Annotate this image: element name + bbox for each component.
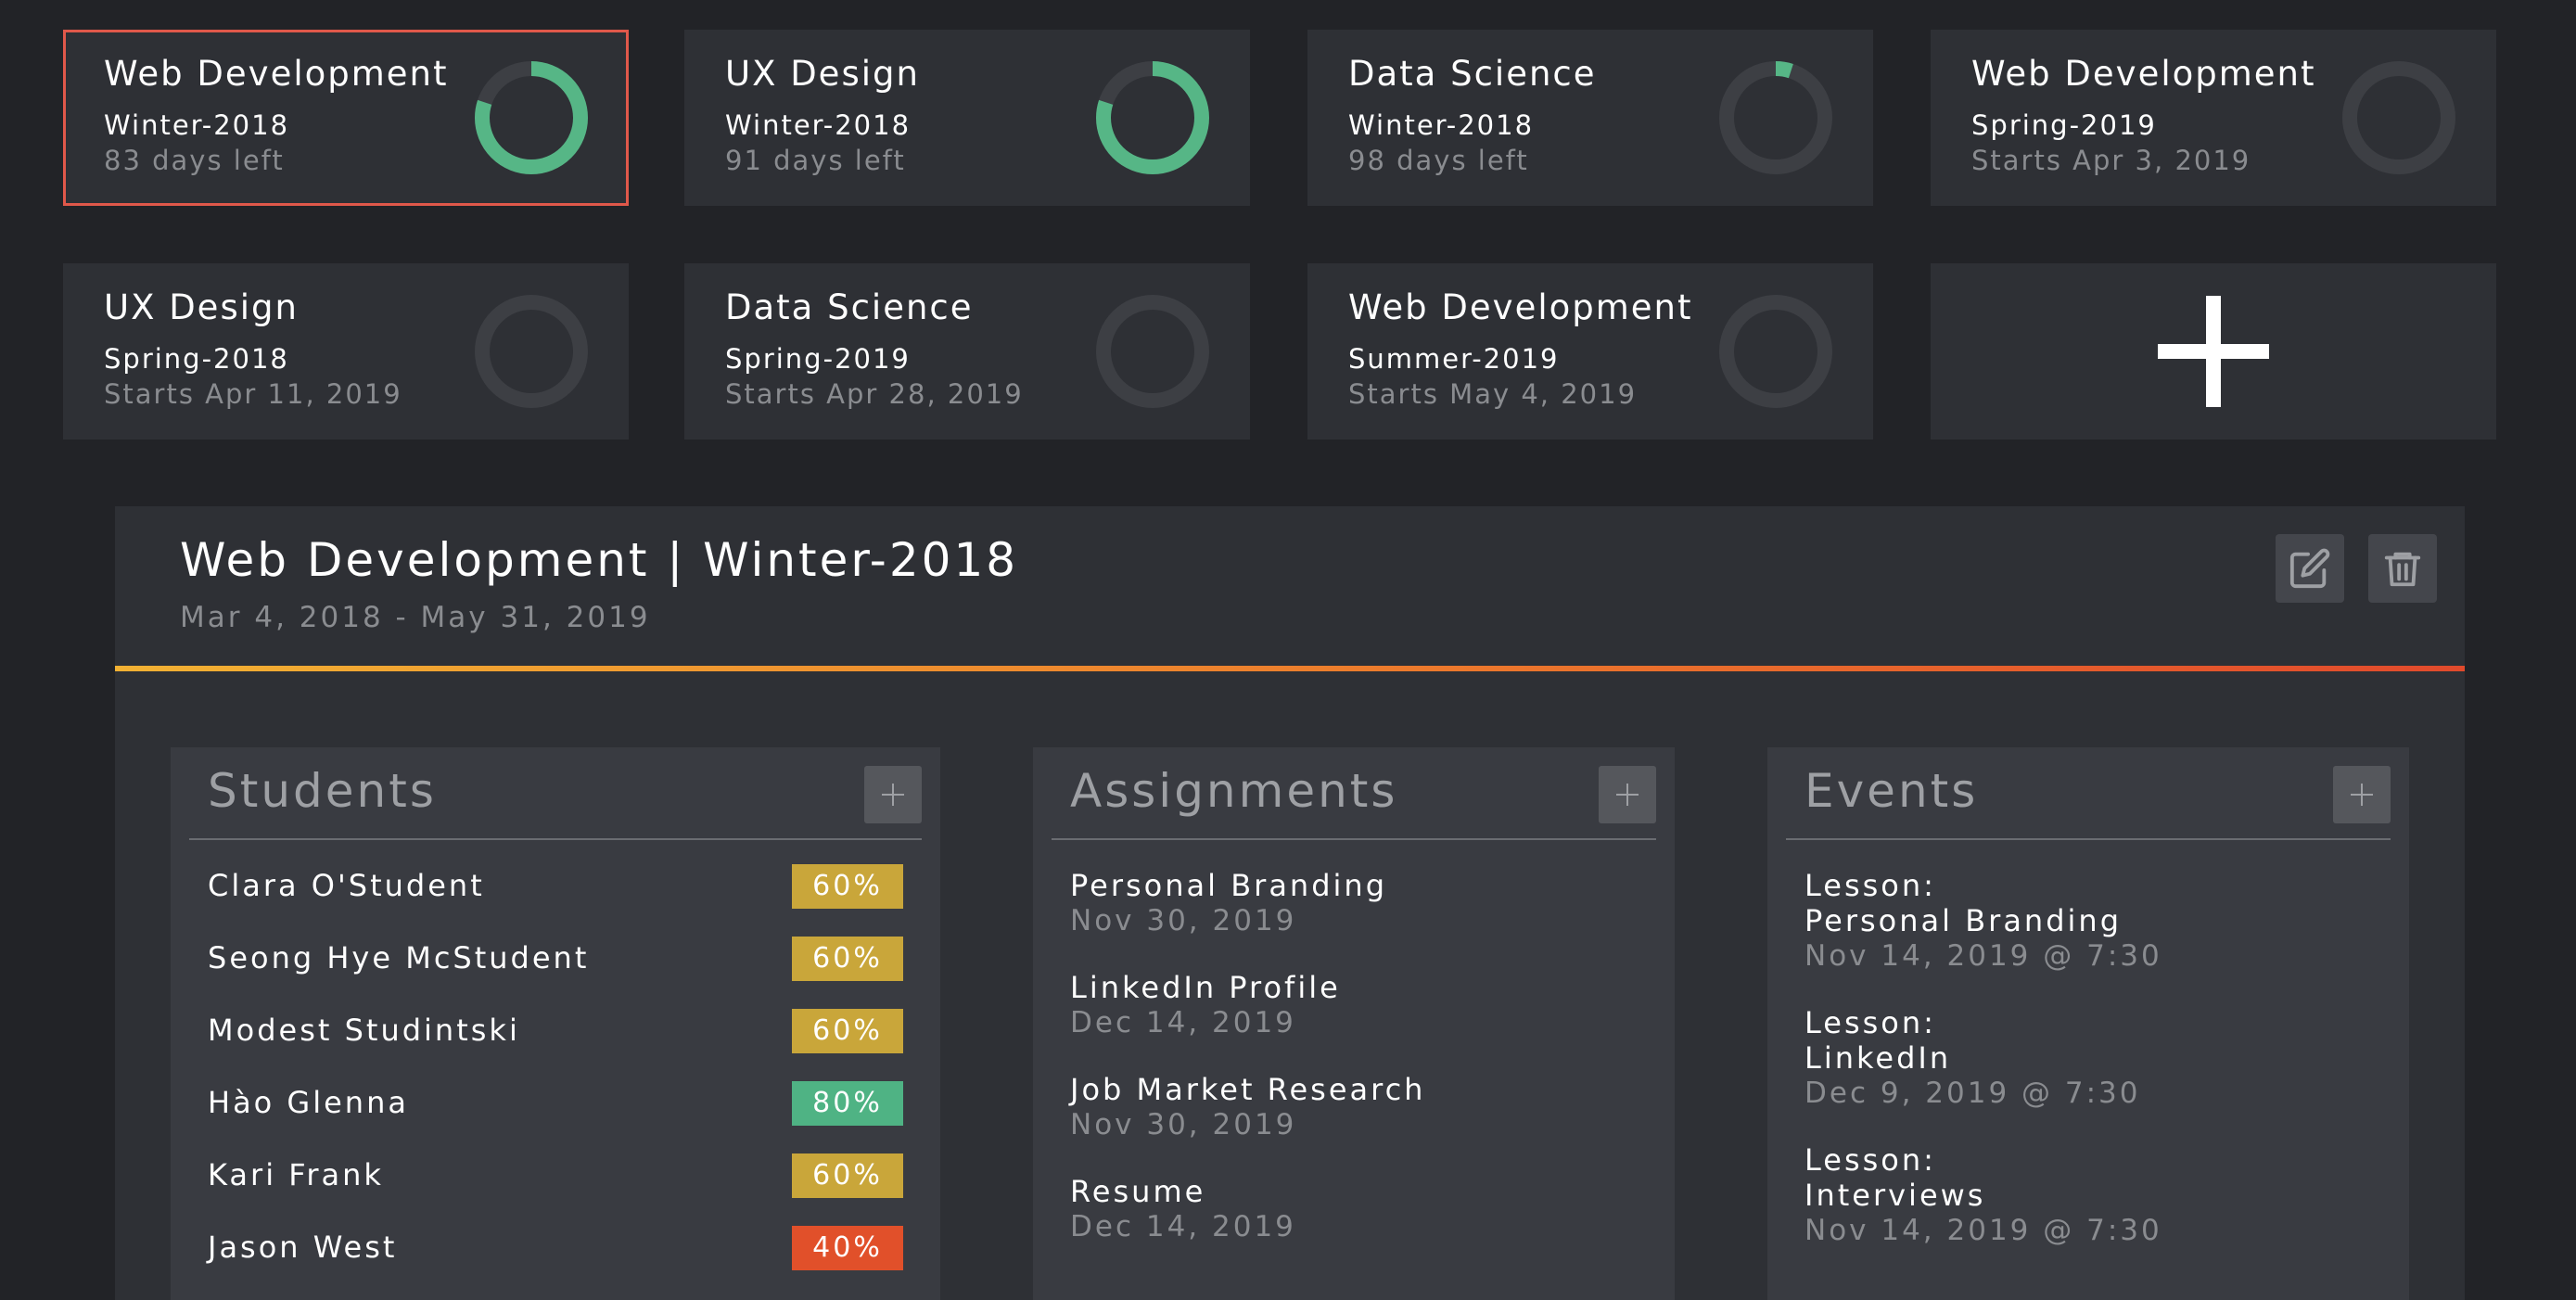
assignment-name: Personal Branding: [1070, 868, 1387, 903]
assignments-list: Personal Branding Nov 30, 2019 LinkedIn Pr…: [1033, 840, 1675, 1244]
progress-ring-track: [1719, 61, 1832, 174]
events-list: Lesson: Personal Branding Nov 14, 2019 @ 7…: [1767, 840, 2409, 1248]
course-detail-title: Web Development | Winter-2018: [180, 533, 1019, 587]
plus-icon-stroke: [2361, 784, 2363, 806]
assignment-date: Nov 30, 2019: [1070, 1108, 1297, 1141]
add-event-button[interactable]: [2333, 766, 2391, 823]
progress-ring: [1096, 295, 1209, 408]
students-panel-header: Students: [189, 747, 922, 840]
assignments-title: Assignments: [1070, 764, 1398, 818]
progress-ring-track: [2342, 61, 2455, 174]
assignment-item[interactable]: Job Market Research Nov 30, 2019: [1070, 1072, 1638, 1142]
student-name: Jason West: [208, 1230, 398, 1265]
student-name: Modest Studintski: [208, 1013, 520, 1048]
event-date: Nov 14, 2019 @ 7:30: [1804, 1214, 2162, 1247]
assignments-panel: Assignments Personal Branding Nov 30, 201…: [1033, 747, 1675, 1300]
students-panel: Students Clara O'Student 60% Seong Hye McS…: [171, 747, 940, 1300]
events-panel: Events Lesson: Personal Branding Nov 14, 2…: [1767, 747, 2409, 1300]
course-detail-header: Web Development | Winter-2018 Mar 4, 201…: [115, 506, 2465, 671]
student-score-badge: 60%: [792, 1153, 903, 1198]
course-card[interactable]: UX Design Winter-2018 91 days left: [684, 30, 1250, 206]
assignment-item[interactable]: LinkedIn Profile Dec 14, 2019: [1070, 970, 1638, 1040]
course-card[interactable]: Web Development Summer-2019 Starts May 4, …: [1307, 263, 1873, 440]
progress-ring-track: [475, 295, 588, 408]
assignment-date: Dec 14, 2019: [1070, 1006, 1296, 1039]
student-row[interactable]: Seong Hye McStudent 60%: [208, 924, 903, 996]
course-actions: [2276, 534, 2437, 603]
events-title: Events: [1804, 764, 1979, 818]
assignment-name: Job Market Research: [1070, 1072, 1426, 1107]
plus-icon-stroke: [892, 784, 894, 806]
progress-ring: [1719, 295, 1832, 408]
course-card[interactable]: UX Design Spring-2018 Starts Apr 11, 2019: [63, 263, 629, 440]
event-date: Nov 14, 2019 @ 7:30: [1804, 939, 2162, 973]
event-topic: Interviews: [1804, 1178, 1986, 1213]
course-date-range: Mar 4, 2018 - May 31, 2019: [180, 601, 651, 634]
student-score-badge: 60%: [792, 1009, 903, 1053]
assignment-item[interactable]: Resume Dec 14, 2019: [1070, 1174, 1638, 1244]
student-row[interactable]: Jason West 40%: [208, 1213, 903, 1285]
course-card[interactable]: Data Science Spring-2019 Starts Apr 28, 20…: [684, 263, 1250, 440]
course-card[interactable]: Web Development Spring-2019 Starts Apr 3, …: [1931, 30, 2496, 206]
student-name: Kari Frank: [208, 1157, 384, 1192]
event-item[interactable]: Lesson: Interviews Nov 14, 2019 @ 7:30: [1804, 1142, 2372, 1248]
student-name: Clara O'Student: [208, 868, 485, 903]
edit-icon: [2289, 548, 2330, 589]
assignment-item[interactable]: Personal Branding Nov 30, 2019: [1070, 868, 1638, 938]
add-student-button[interactable]: [864, 766, 922, 823]
progress-ring-track: [1719, 295, 1832, 408]
event-item[interactable]: Lesson: LinkedIn Dec 9, 2019 @ 7:30: [1804, 1005, 2372, 1111]
event-item[interactable]: Lesson: Personal Branding Nov 14, 2019 @ 7…: [1804, 868, 2372, 974]
student-row[interactable]: Hào Glenna 80%: [208, 1068, 903, 1141]
header-accent-line: [115, 666, 2465, 671]
assignment-date: Dec 14, 2019: [1070, 1210, 1296, 1243]
student-score-badge: 80%: [792, 1081, 903, 1126]
event-topic: Personal Branding: [1804, 903, 2122, 938]
student-name: Hào Glenna: [208, 1085, 409, 1120]
assignment-name: LinkedIn Profile: [1070, 970, 1341, 1005]
event-kind: Lesson:: [1804, 1142, 1936, 1178]
course-card[interactable]: Data Science Winter-2018 98 days left: [1307, 30, 1873, 206]
student-row[interactable]: Modest Studintski 60%: [208, 996, 903, 1068]
student-row[interactable]: Clara O'Student 60%: [208, 851, 903, 924]
add-course-button[interactable]: [1931, 263, 2496, 440]
plus-icon-stroke: [1626, 784, 1628, 806]
plus-icon: [2158, 296, 2269, 407]
event-date: Dec 9, 2019 @ 7:30: [1804, 1077, 2141, 1110]
student-score-badge: 60%: [792, 864, 903, 909]
progress-ring: [1096, 61, 1209, 174]
progress-ring: [475, 295, 588, 408]
students-title: Students: [208, 764, 437, 818]
event-kind: Lesson:: [1804, 1005, 1936, 1040]
add-assignment-button[interactable]: [1599, 766, 1656, 823]
trash-icon: [2384, 552, 2421, 587]
student-score-badge: 60%: [792, 937, 903, 981]
edit-course-button[interactable]: [2276, 534, 2344, 603]
progress-ring-track: [1096, 295, 1209, 408]
assignment-date: Nov 30, 2019: [1070, 904, 1297, 937]
assignments-panel-header: Assignments: [1052, 747, 1656, 840]
students-list: Clara O'Student 60% Seong Hye McStudent 60%…: [171, 851, 940, 1285]
course-card[interactable]: Web Development Winter-2018 83 days left: [63, 30, 629, 206]
event-kind: Lesson:: [1804, 868, 1936, 903]
events-panel-header: Events: [1786, 747, 2391, 840]
student-row[interactable]: Kari Frank 60%: [208, 1141, 903, 1213]
event-topic: LinkedIn: [1804, 1040, 1952, 1076]
student-name: Seong Hye McStudent: [208, 940, 590, 975]
delete-course-button[interactable]: [2368, 534, 2437, 603]
student-score-badge: 40%: [792, 1226, 903, 1270]
progress-ring: [2342, 61, 2455, 174]
progress-ring: [475, 61, 588, 174]
assignment-name: Resume: [1070, 1174, 1206, 1209]
progress-ring: [1719, 61, 1832, 174]
